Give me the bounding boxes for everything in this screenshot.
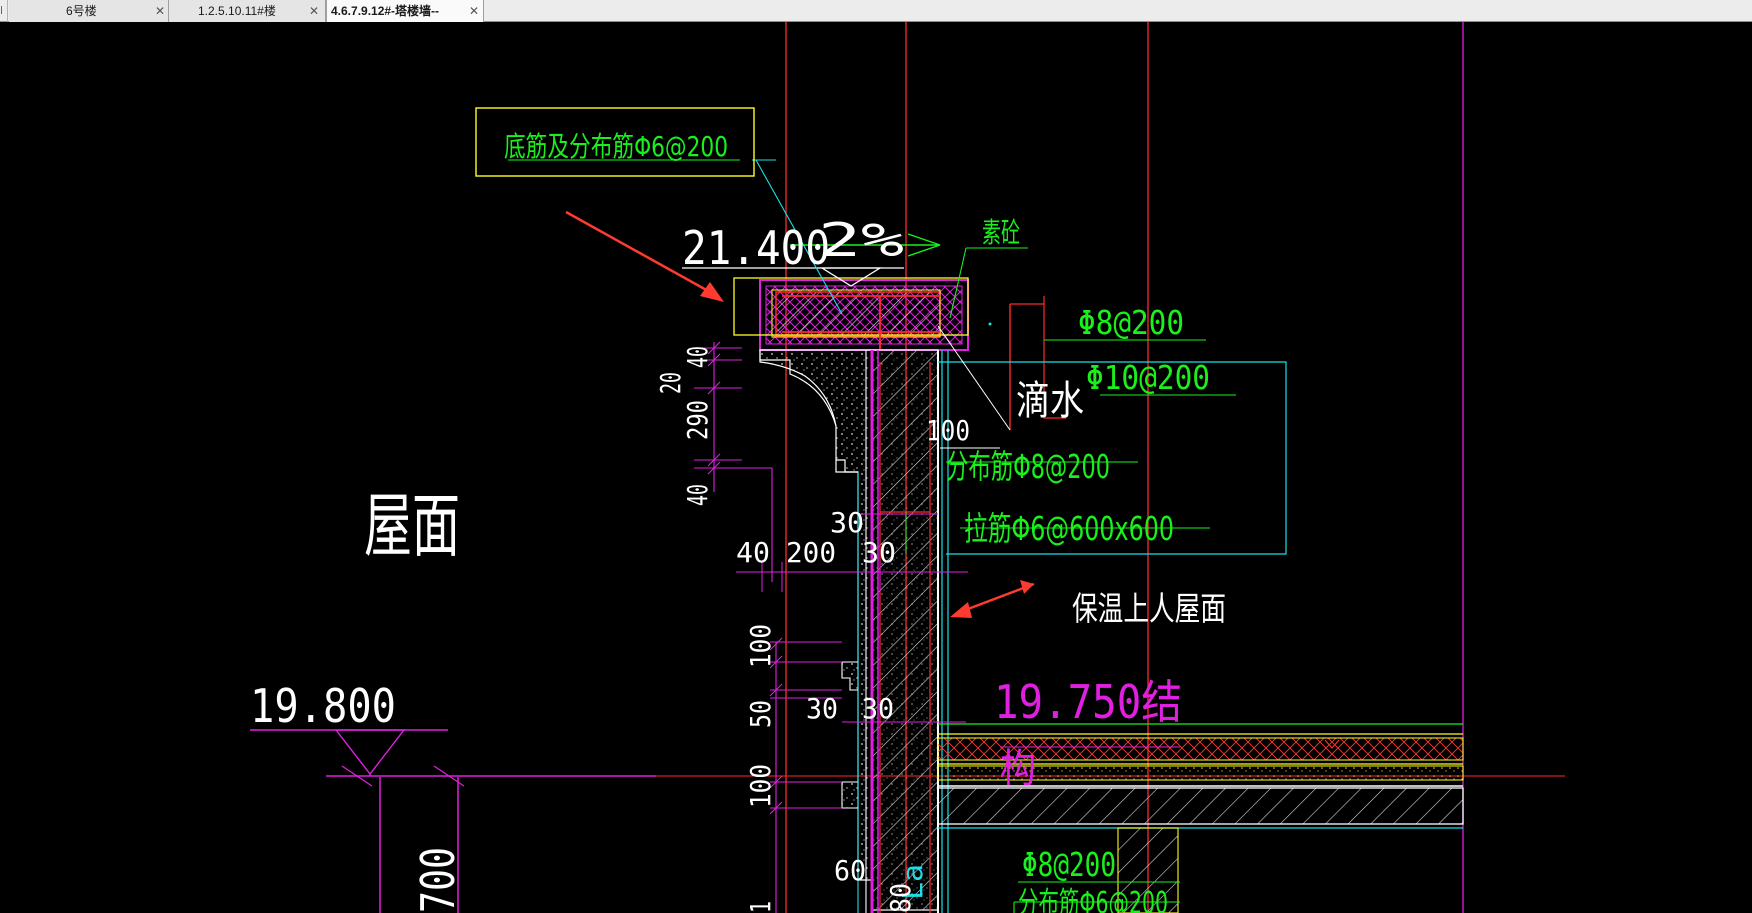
drawing-canvas[interactable]: 底筋及分布筋Φ6@200 21.400 2% 素砼 Φ8@200 滴水 Φ10@… [0, 22, 1752, 913]
cad-application-window: 6号楼 ✕ 1.2.5.10.11#楼 ✕ 4.6.7.9.12#-塔楼墙-- … [0, 0, 1752, 913]
dim-30-upper: 30 [830, 506, 864, 539]
dim-20: 20 [654, 372, 687, 394]
dim-100-left: 100 [744, 624, 777, 668]
tab-label: 6号楼 [66, 4, 97, 18]
tab-scroll-indicator[interactable] [0, 0, 8, 22]
close-icon[interactable]: ✕ [154, 5, 166, 17]
dim-40-top: 40 [681, 346, 714, 368]
insulated-roof-label: 保温上人屋面 [1072, 589, 1226, 628]
dim-30-mid-a: 30 [806, 692, 838, 725]
tab-document-4-6-7-9-12-active[interactable]: 4.6.7.9.12#-塔楼墙-- ✕ [326, 0, 484, 22]
tab-label: 4.6.7.9.12#-塔楼墙-- [331, 4, 440, 18]
drip-text: 滴水 [1016, 378, 1084, 424]
dim-700: 700 [411, 847, 465, 913]
elevation-19800-text: 19.800 [250, 679, 396, 733]
dim-80: 80 [884, 883, 917, 913]
dim-1: 1 [744, 901, 777, 913]
dim-100-top: 100 [926, 414, 970, 447]
dim-30-mid-b: 30 [862, 692, 894, 725]
elevation-marker-19800 [250, 729, 448, 776]
tab-label: 1.2.5.10.11#楼 [198, 4, 276, 18]
dim-30-horizontal: 30 [862, 536, 896, 569]
slope-text: 2% [818, 213, 904, 267]
document-tab-bar: 6号楼 ✕ 1.2.5.10.11#楼 ✕ 4.6.7.9.12#-塔楼墙-- … [0, 0, 1752, 22]
dim-40-bottom: 40 [681, 484, 714, 506]
note-tie-bar: 拉筋Φ6@600x600 [964, 509, 1174, 548]
roof-structure-left [326, 765, 656, 913]
coping-slab [733, 277, 969, 351]
close-icon[interactable]: ✕ [468, 5, 480, 17]
note-plain-concrete: 素砼 [982, 216, 1020, 249]
note-distribution-bar-bottom: 分布筋Φ6@200 [1018, 886, 1168, 913]
parapet-wall [759, 349, 949, 913]
tab-document-1-2-5-10-11[interactable]: 1.2.5.10.11#楼 ✕ [169, 0, 326, 22]
dim-40-horizontal: 40 [736, 536, 770, 569]
tab-scroll-icon [1, 6, 6, 14]
rebar-phi8-text: Φ8@200 [1078, 303, 1184, 342]
struct-word-text: 构 [1000, 746, 1036, 792]
roof-label: 屋面 [364, 485, 460, 567]
dim-60: 60 [834, 854, 866, 887]
note-bottom-bar: 底筋及分布筋Φ6@200 [504, 130, 728, 163]
dim-290: 290 [681, 400, 714, 440]
note-distribution-bar: 分布筋Φ8@200 [946, 447, 1110, 486]
dim-50: 50 [744, 700, 777, 728]
dim-100-lower: 100 [744, 764, 777, 808]
rebar-phi8-bottom-text: Φ8@200 [1022, 845, 1116, 884]
parapet-section-drawing: 底筋及分布筋Φ6@200 21.400 2% 素砼 Φ8@200 滴水 Φ10@… [250, 22, 1565, 913]
rebar-phi10-text: Φ10@200 [1086, 358, 1210, 397]
dim-200-horizontal: 200 [786, 536, 836, 569]
elevation-21400-text: 21.400 [682, 221, 830, 275]
tab-document-6[interactable]: 6号楼 ✕ [9, 0, 169, 22]
struct-elevation-text: 19.750结 [994, 675, 1182, 729]
close-icon[interactable]: ✕ [308, 5, 320, 17]
